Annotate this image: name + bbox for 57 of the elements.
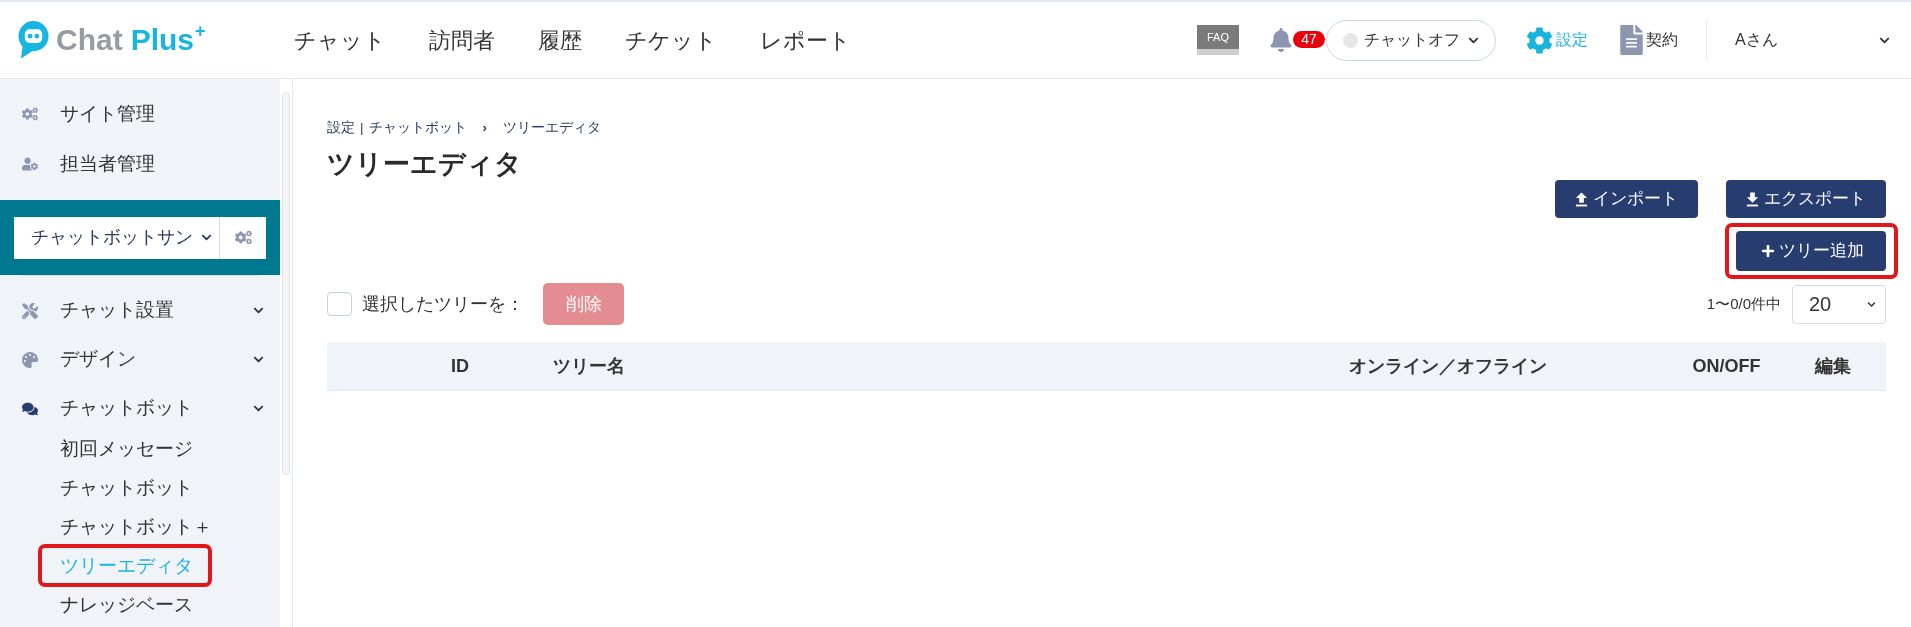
site-select[interactable]: チャットボットサン bbox=[14, 216, 219, 259]
sidebar-section-toggle[interactable]: デザイン bbox=[0, 335, 280, 384]
nav-link[interactable]: 訪問者 bbox=[429, 23, 495, 57]
faq-button[interactable]: FAQ bbox=[1197, 25, 1239, 55]
pagination-summary: 1〜0/0件中 bbox=[1706, 293, 1781, 314]
column-header: ON/OFF bbox=[1691, 354, 1762, 378]
chevron-icon bbox=[253, 305, 264, 316]
contract-link[interactable]: 契約 bbox=[1620, 25, 1678, 55]
gears-icon bbox=[234, 229, 252, 246]
column-header: 編集 bbox=[1813, 354, 1852, 378]
sidebar-link[interactable]: サイト管理 bbox=[22, 99, 155, 129]
breadcrumb-link[interactable]: 設定 bbox=[327, 118, 355, 138]
export-button[interactable]: エクスポート bbox=[1726, 180, 1886, 218]
sidebar-link[interactable]: チャットボット bbox=[60, 476, 193, 499]
user-gear-icon bbox=[22, 156, 38, 172]
document-icon bbox=[1620, 25, 1643, 55]
column-header: ID bbox=[450, 354, 470, 378]
sidebar-link[interactable]: 初回メッセージ bbox=[60, 437, 193, 460]
nav-link[interactable]: 履歴 bbox=[538, 23, 582, 57]
chat-bubble-icon bbox=[18, 20, 49, 60]
nav-link[interactable]: レポート bbox=[760, 23, 851, 57]
notification-button[interactable]: 47 bbox=[1270, 25, 1325, 55]
breadcrumb-separator: | bbox=[360, 119, 364, 137]
sidebar-section-toggle[interactable]: チャット設置 bbox=[0, 286, 280, 335]
gears-icon bbox=[22, 106, 38, 122]
scrollbar[interactable] bbox=[282, 92, 290, 475]
sidebar-link[interactable]: ナレッジベース bbox=[60, 593, 193, 616]
nav-link[interactable]: チケット bbox=[625, 23, 717, 57]
breadcrumb-separator: › bbox=[482, 119, 487, 137]
sidebar-link[interactable]: チャットボット＋ bbox=[60, 515, 212, 538]
chevron-icon bbox=[253, 354, 264, 365]
add-tree-button[interactable]: ツリー追加 bbox=[1736, 231, 1886, 271]
settings-icon bbox=[1526, 26, 1553, 54]
column-header: ツリー名 bbox=[552, 354, 626, 378]
sidebar-section-toggle[interactable]: チャットボット bbox=[0, 384, 280, 433]
chat-status-dropdown[interactable]: チャットオフ bbox=[1326, 19, 1496, 61]
sidebar-link[interactable]: 担当者管理 bbox=[22, 149, 155, 179]
column-header: オンライン／オフライン bbox=[1348, 354, 1548, 378]
nav-link[interactable]: チャット bbox=[294, 23, 386, 57]
page-size-select[interactable]: 20 bbox=[1792, 284, 1886, 324]
upload-icon bbox=[1575, 191, 1588, 207]
bell-icon bbox=[1270, 28, 1292, 52]
user-menu[interactable]: Aさん bbox=[1735, 28, 1890, 52]
chevron-icon bbox=[201, 232, 212, 243]
plus-icon bbox=[1761, 244, 1775, 258]
bulk-action-label: 選択したツリーを： bbox=[362, 292, 524, 316]
breadcrumb-link[interactable]: チャットボット bbox=[368, 118, 467, 138]
logo-text: Chat Plus+ bbox=[56, 22, 206, 58]
notification-badge: 47 bbox=[1293, 31, 1325, 48]
download-icon bbox=[1746, 191, 1759, 207]
chevron-icon bbox=[253, 403, 264, 414]
chevron-icon bbox=[1867, 299, 1876, 309]
breadcrumb-current: ツリーエディタ bbox=[503, 119, 601, 137]
import-button[interactable]: インポート bbox=[1555, 180, 1698, 218]
select-all-checkbox[interactable] bbox=[327, 292, 352, 316]
site-settings-button[interactable] bbox=[220, 216, 266, 259]
page-title: ツリーエディタ bbox=[327, 150, 523, 178]
